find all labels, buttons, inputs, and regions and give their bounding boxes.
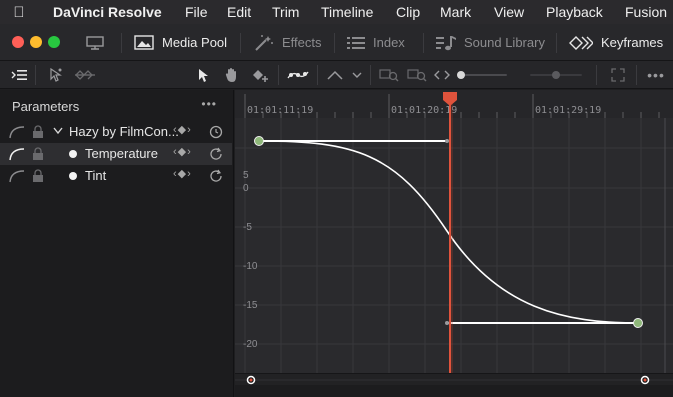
keyframes-button[interactable]: Keyframes bbox=[569, 24, 663, 61]
curve-toggle-icon[interactable] bbox=[9, 169, 25, 183]
mac-menubar:  DaVinci Resolve File Edit Trim Timelin… bbox=[0, 0, 673, 24]
param-label-tint: Tint bbox=[85, 168, 107, 183]
graph-footer bbox=[235, 385, 673, 397]
curve-toggle-icon[interactable] bbox=[9, 147, 25, 161]
zoom-slider[interactable] bbox=[455, 61, 509, 89]
parameters-menu-icon[interactable]: ••• bbox=[201, 97, 217, 111]
keyframe-curve-graph[interactable]: 01:01:11:19 01:01:20:19 01:01:29:19 5 0 … bbox=[235, 90, 673, 373]
hand-tool-icon[interactable] bbox=[221, 61, 243, 89]
menu-edit[interactable]: Edit bbox=[227, 4, 251, 20]
zoom-vertical-icon[interactable] bbox=[377, 61, 401, 89]
menu-file[interactable]: File bbox=[185, 4, 208, 20]
music-note-icon bbox=[436, 35, 456, 50]
keyframes-icon bbox=[569, 35, 593, 50]
chevron-down-icon[interactable] bbox=[53, 127, 63, 135]
parameters-header: Parameters ••• bbox=[0, 90, 233, 122]
pointer-icon[interactable] bbox=[195, 61, 213, 89]
menu-trim[interactable]: Trim bbox=[272, 4, 299, 20]
reset-icon[interactable] bbox=[209, 147, 223, 161]
apple-icon[interactable]:  bbox=[0, 4, 38, 21]
sound-library-button[interactable]: Sound Library bbox=[436, 24, 545, 61]
top-toolbar: Media Pool Effects Index Sound Library K… bbox=[0, 24, 673, 61]
keyframe-nav-tint[interactable]: ‹◆› bbox=[173, 167, 192, 180]
menu-playback[interactable]: Playback bbox=[546, 4, 603, 20]
ease-caret-icon[interactable] bbox=[324, 61, 346, 89]
keyframe-track-bar[interactable] bbox=[235, 373, 673, 385]
menu-mark[interactable]: Mark bbox=[440, 4, 471, 20]
media-pool-label: Media Pool bbox=[162, 35, 228, 50]
menu-clip[interactable]: Clip bbox=[396, 4, 420, 20]
param-color-dot bbox=[69, 172, 77, 180]
index-label: Index bbox=[373, 35, 405, 50]
parameters-panel: Parameters ••• Hazy by FilmCon... ‹◆› Te… bbox=[0, 90, 234, 397]
media-pool-icon bbox=[134, 35, 154, 50]
magic-wand-icon bbox=[255, 34, 273, 51]
reset-icon[interactable] bbox=[209, 169, 223, 183]
collapse-panel-icon[interactable] bbox=[8, 61, 30, 89]
keyframe-track-icon[interactable] bbox=[72, 61, 98, 89]
minimize-window-button[interactable] bbox=[30, 36, 42, 48]
lock-icon[interactable] bbox=[32, 125, 44, 139]
parameters-title: Parameters bbox=[12, 98, 80, 114]
menu-view[interactable]: View bbox=[494, 4, 524, 20]
param-row-hazy[interactable]: Hazy by FilmCon... ‹◆› bbox=[0, 121, 232, 143]
menu-timeline[interactable]: Timeline bbox=[321, 4, 373, 20]
close-window-button[interactable] bbox=[12, 36, 24, 48]
keyframe-point[interactable] bbox=[633, 318, 643, 328]
workspace-toggle-icon[interactable] bbox=[86, 24, 112, 61]
lock-icon[interactable] bbox=[32, 147, 44, 161]
keyframe-editor-toolbar: ••• bbox=[0, 61, 673, 89]
media-pool-button[interactable]: Media Pool bbox=[134, 24, 227, 61]
select-keyframes-icon[interactable] bbox=[44, 61, 66, 89]
list-icon bbox=[347, 36, 365, 49]
keyframe-point[interactable] bbox=[254, 136, 264, 146]
fullscreen-icon[interactable] bbox=[607, 61, 629, 89]
keyframes-label: Keyframes bbox=[601, 35, 664, 50]
index-button[interactable]: Index bbox=[347, 24, 405, 61]
horizontal-zoom-icon[interactable] bbox=[431, 61, 453, 89]
ease-dropdown-icon[interactable] bbox=[348, 61, 366, 89]
more-options-icon[interactable]: ••• bbox=[644, 61, 668, 89]
menu-fusion[interactable]: Fusion bbox=[625, 4, 667, 20]
keyframe-nav-hazy[interactable]: ‹◆› bbox=[173, 123, 192, 136]
sound-library-label: Sound Library bbox=[464, 35, 545, 50]
param-row-temperature[interactable]: Temperature ‹◆› bbox=[0, 143, 232, 165]
menu-app-name[interactable]: DaVinci Resolve bbox=[53, 4, 162, 20]
param-row-tint[interactable]: Tint ‹◆› bbox=[0, 165, 232, 187]
curve-points-icon[interactable] bbox=[285, 61, 311, 89]
zoom-fit-icon[interactable] bbox=[405, 61, 429, 89]
effects-button[interactable]: Effects bbox=[254, 24, 322, 61]
playhead[interactable] bbox=[440, 90, 460, 373]
curve-toggle-icon[interactable] bbox=[9, 125, 25, 139]
effects-label: Effects bbox=[282, 35, 322, 50]
reset-history-icon[interactable] bbox=[209, 125, 223, 139]
timecode-label: 01:01:11:19 bbox=[247, 105, 314, 116]
zoom-window-button[interactable] bbox=[48, 36, 60, 48]
lock-icon[interactable] bbox=[32, 169, 44, 183]
param-color-dot bbox=[69, 150, 77, 158]
param-label-temperature: Temperature bbox=[85, 146, 158, 161]
keyframe-nav-temperature[interactable]: ‹◆› bbox=[173, 145, 192, 158]
add-keyframe-icon[interactable] bbox=[249, 61, 271, 89]
timecode-label: 01:01:29:19 bbox=[535, 105, 602, 116]
height-slider[interactable] bbox=[526, 61, 586, 89]
param-label-hazy: Hazy by FilmCon... bbox=[69, 124, 179, 139]
